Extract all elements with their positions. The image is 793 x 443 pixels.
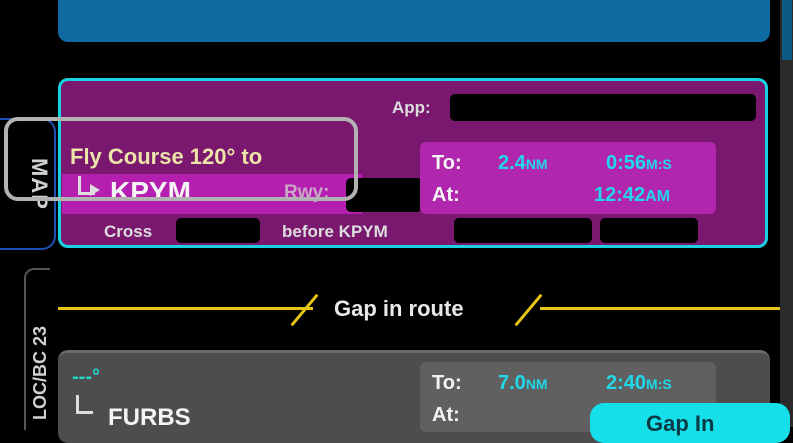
next-leg-arrow-icon [76,395,93,414]
next-to-label: To: [432,372,462,394]
next-to-time-unit: M:S [646,376,672,392]
at-time-value: 12:42 [594,184,646,206]
to-distance-unit: NM [525,156,548,172]
gap-line-right [540,307,780,310]
gap-slash-right [514,293,543,327]
highlight-overlay [4,117,358,201]
loc-bc-tab-label: LOC/BC 23 [30,325,50,420]
next-to-time-value: 2:40 [606,372,647,394]
next-at-label: At: [432,404,460,426]
before-label: before KPYM [282,222,388,241]
to-label: To: [432,152,462,174]
next-waypoint-id: FURBS [108,404,191,431]
next-course: ---° [72,366,100,388]
at-label: At: [432,184,460,206]
to-time-value: 0:56 [606,152,647,174]
next-to-distance: 7.0NM [498,372,548,395]
to-distance: 2.4NM [498,152,548,175]
cross-altitude-field[interactable] [176,218,260,243]
cross-label: Cross [104,222,153,241]
gap-line-left [58,307,313,310]
app-label: App: [392,98,431,117]
next-to-distance-unit: NM [525,376,548,392]
gap-in-route-label: Gap in route [334,296,464,321]
to-time: 0:56M:S [606,152,672,175]
right-rail-accent [782,0,792,60]
to-distance-value: 2.4 [498,152,526,174]
right-scroll-rail[interactable] [780,0,793,427]
next-to-distance-value: 7.0 [498,372,526,394]
gap-in-button-label: Gap In [646,411,715,436]
gap-slash-left [290,293,319,327]
at-time: 12:42AM [594,184,670,207]
to-time-unit: M:S [646,156,672,172]
next-to-time: 2:40M:S [606,372,672,395]
approach-field[interactable] [450,94,756,121]
cross-value-field[interactable] [454,218,592,243]
previous-leg-card[interactable] [58,0,770,42]
at-time-unit: AM [645,188,671,205]
cross-extra-field[interactable] [600,218,698,243]
